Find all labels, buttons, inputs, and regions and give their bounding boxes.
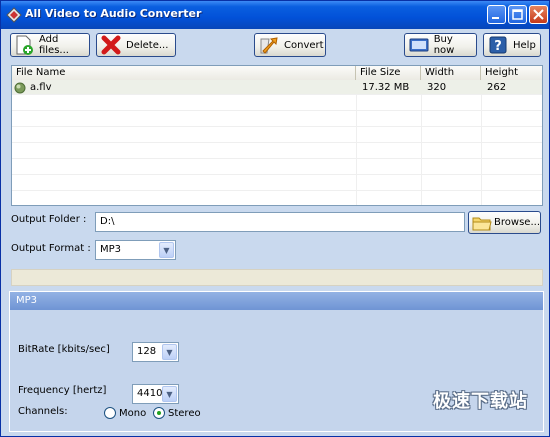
file-list-header: File Name File Size Width Height <box>12 66 542 80</box>
file-name-cell: a.flv <box>30 82 52 93</box>
file-list[interactable]: File Name File Size Width Height a.flv 1… <box>11 65 543 206</box>
chevron-down-icon[interactable]: ▼ <box>162 386 177 402</box>
output-format-value: MP3 <box>100 244 122 255</box>
folder-icon <box>472 212 492 234</box>
watermark: 极速下载站 <box>433 391 528 412</box>
table-row <box>12 112 542 127</box>
maximize-icon <box>512 9 523 20</box>
channels-label: Channels: <box>18 406 68 417</box>
bitrate-label: BitRate [kbits/sec] <box>18 344 110 355</box>
radio-button-selected[interactable] <box>153 407 165 419</box>
table-row[interactable]: a.flv 17.32 MB 320 262 <box>12 80 542 95</box>
progress-bar <box>11 269 543 286</box>
convert-button[interactable]: Convert <box>254 33 326 57</box>
bitrate-select[interactable]: 128 ▼ <box>132 342 179 362</box>
browse-button[interactable]: Browse... <box>468 211 541 234</box>
column-height[interactable]: Height <box>481 66 542 80</box>
frequency-select[interactable]: 44100 ▼ <box>132 384 179 404</box>
buy-icon <box>408 34 430 56</box>
help-icon: ? <box>487 34 509 56</box>
buy-now-button[interactable]: Buy now <box>404 33 477 57</box>
column-file-size[interactable]: File Size <box>356 66 421 80</box>
table-row <box>12 176 542 191</box>
close-icon <box>533 9 544 20</box>
delete-label: Delete... <box>126 39 169 51</box>
add-files-button[interactable]: Add files... <box>10 33 90 57</box>
help-button[interactable]: ? Help <box>483 33 541 57</box>
chevron-down-icon[interactable]: ▼ <box>162 344 177 360</box>
help-label: Help <box>513 39 536 51</box>
column-width[interactable]: Width <box>421 66 481 80</box>
window-title: All Video to Audio Converter <box>25 7 202 20</box>
add-files-label: Add files... <box>38 34 69 56</box>
table-row <box>12 160 542 175</box>
minimize-icon <box>492 17 499 19</box>
stereo-label: Stereo <box>168 407 201 419</box>
mono-label: Mono <box>119 407 147 419</box>
file-size-cell: 17.32 MB <box>362 82 410 93</box>
add-file-icon <box>14 34 35 56</box>
bitrate-value: 128 <box>137 346 157 357</box>
app-icon <box>6 7 22 23</box>
buy-now-label: Buy now <box>433 34 455 56</box>
delete-icon <box>100 34 122 56</box>
convert-label: Convert <box>284 39 324 51</box>
delete-button[interactable]: Delete... <box>96 33 176 57</box>
output-format-label: Output Format : <box>11 243 91 254</box>
output-folder-label: Output Folder : <box>11 214 87 225</box>
table-row <box>12 144 542 159</box>
title-bar[interactable]: All Video to Audio Converter <box>1 1 549 29</box>
table-row <box>12 192 542 205</box>
settings-header: MP3 <box>10 292 543 310</box>
maximize-button[interactable] <box>508 5 527 24</box>
output-folder-input[interactable]: D:\ <box>95 212 465 232</box>
mono-radio[interactable]: Mono <box>104 407 146 419</box>
close-button[interactable] <box>529 5 548 24</box>
table-row <box>12 96 542 111</box>
chevron-down-icon[interactable]: ▼ <box>159 242 174 258</box>
svg-text:?: ? <box>494 39 502 54</box>
output-format-select[interactable]: MP3 ▼ <box>95 240 176 260</box>
browse-label: Browse... <box>494 217 540 228</box>
height-cell: 262 <box>487 82 507 93</box>
column-file-name[interactable]: File Name <box>12 66 356 80</box>
stereo-radio[interactable]: Stereo <box>153 407 201 419</box>
frequency-label: Frequency [hertz] <box>18 385 107 396</box>
convert-icon <box>258 34 280 56</box>
radio-button[interactable] <box>104 407 116 419</box>
app-window: All Video to Audio Converter Add files..… <box>0 0 550 437</box>
minimize-button[interactable] <box>487 5 506 24</box>
table-row <box>12 128 542 143</box>
width-cell: 320 <box>427 82 447 93</box>
